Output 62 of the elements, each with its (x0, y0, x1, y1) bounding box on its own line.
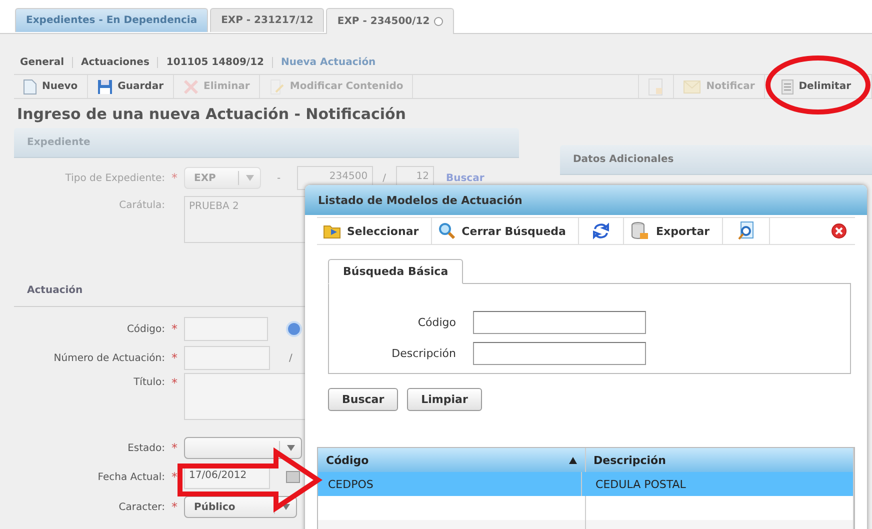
document-icon (23, 78, 37, 94)
dialog-title: Listado de Modelos de Actuación (305, 185, 867, 215)
separator-text: - (277, 172, 281, 184)
required-marker: * (170, 322, 178, 336)
dropdown[interactable]: Público (184, 496, 297, 518)
folder-icon (323, 223, 341, 239)
field-label: Carátula: (118, 199, 165, 211)
caret-icon (286, 445, 294, 451)
caret-icon (246, 175, 254, 181)
dropdown[interactable] (184, 437, 302, 459)
section-header: Datos Adicionales (560, 145, 872, 175)
input-field[interactable] (473, 342, 646, 365)
required-marker: * (170, 441, 178, 455)
toolbar-button[interactable]: Guardar (88, 75, 174, 98)
field-label: Número de Actuación: (52, 352, 165, 364)
field-label: Tipo de Expediente: (64, 172, 165, 184)
required-marker: * (170, 171, 178, 185)
tab[interactable]: EXP - 231217/12 (210, 8, 324, 32)
toolbar-button[interactable]: Seleccionar (317, 218, 432, 244)
breadcrumb-item[interactable]: General (20, 57, 72, 68)
close-icon[interactable] (831, 223, 847, 239)
field-label: Código (416, 316, 456, 329)
close-icon[interactable] (434, 17, 443, 26)
database-export-icon (630, 221, 650, 241)
required-marker: * (170, 375, 178, 390)
preview-icon (736, 221, 755, 241)
breadcrumb-item[interactable]: 101105 14809/12 (157, 57, 272, 68)
form-icon (648, 78, 664, 96)
field-label: Descripción (390, 347, 456, 360)
search-button[interactable]: Buscar (328, 388, 398, 411)
help-icon[interactable] (286, 321, 302, 337)
table-row[interactable]: CEDPOS CEDULA POSTAL (318, 472, 854, 496)
breadcrumb-item[interactable]: Actuaciones (72, 57, 158, 68)
input-field[interactable] (473, 311, 646, 334)
page-title: Ingreso de una nueva Actuación - Notificación (16, 104, 407, 125)
field-label: Fecha Actual: (96, 472, 165, 482)
delete-icon (182, 78, 199, 94)
required-marker: * (170, 470, 178, 484)
required-marker: * (170, 500, 178, 514)
field-label: Código: (126, 324, 165, 334)
field-label: Caracter: (118, 502, 165, 512)
toolbar-button[interactable]: Nuevo (14, 75, 88, 98)
tab[interactable]: EXP - 234500/12 (326, 8, 454, 34)
edit-document-icon (268, 78, 285, 94)
save-icon (96, 78, 113, 94)
toolbar-button[interactable]: Cerrar Búsqueda (432, 218, 579, 244)
section-header: Expediente (14, 128, 519, 158)
separator-text: / (289, 352, 292, 364)
refresh-icon (592, 222, 609, 240)
field-label: Estado: (126, 442, 165, 454)
caret-icon (282, 504, 290, 510)
field-label: Título: (132, 376, 165, 388)
clear-button[interactable]: Limpiar (407, 388, 482, 411)
document-icon (780, 78, 794, 94)
tab[interactable]: Búsqueda Básica (328, 259, 464, 284)
toolbar-button[interactable]: Exportar (624, 218, 723, 244)
sort-icon (568, 456, 577, 464)
toolbar-button[interactable]: Delimitar (764, 75, 872, 98)
envelope-icon (683, 80, 702, 94)
separator-text: / (382, 172, 386, 184)
search-icon (438, 222, 456, 240)
required-marker: * (170, 351, 178, 365)
